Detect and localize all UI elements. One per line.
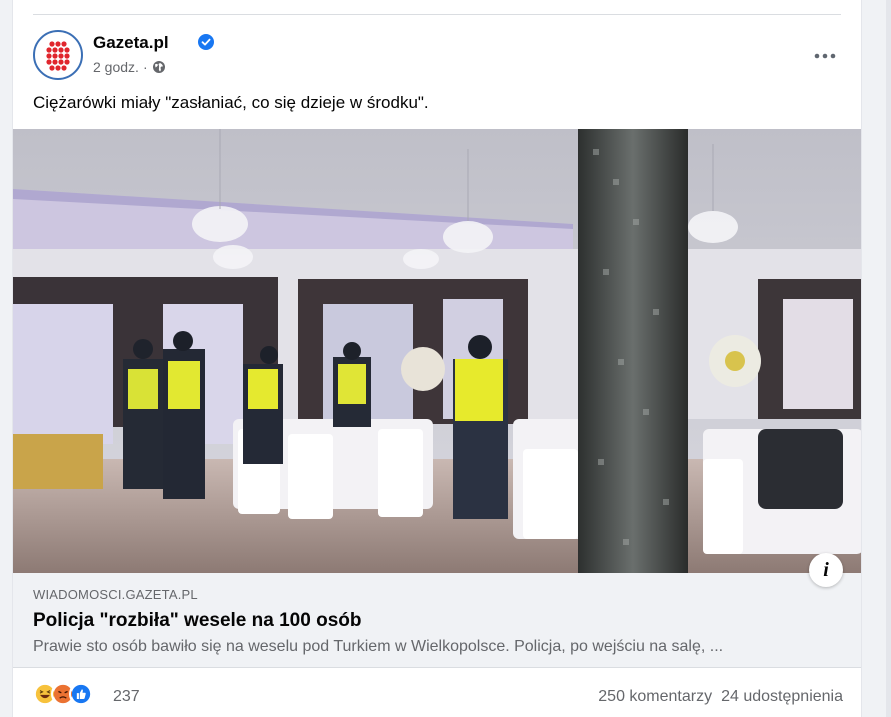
wedding-hall-photo: [13, 129, 861, 573]
reactions[interactable]: [33, 682, 93, 706]
post-meta: 2 godz. ·: [93, 58, 166, 76]
link-preview[interactable]: WIADOMOSCI.GAZETA.PL Policja "rozbiła" w…: [13, 573, 861, 668]
info-icon: i: [823, 558, 829, 581]
post-image[interactable]: [13, 129, 861, 573]
post-card: Gazeta.pl 2 godz. · Ciężarówki miały "za…: [12, 0, 862, 717]
link-title[interactable]: Policja "rozbiła" wesele na 100 osób: [33, 610, 361, 632]
gazeta-logo-icon: [46, 41, 70, 71]
like-icon: [69, 682, 93, 706]
comments-count[interactable]: 250 komentarzy: [598, 688, 712, 706]
post-stats: 250 komentarzy 24 udostępnienia: [598, 688, 843, 706]
divider: [33, 14, 841, 15]
link-description: Prawie sto osób bawiło się na weselu pod…: [33, 638, 724, 655]
post-header: Gazeta.pl 2 godz. ·: [33, 30, 843, 82]
post-text: Ciężarówki miały "zasłaniać, co się dzie…: [33, 93, 429, 112]
more-options-icon: [814, 53, 836, 59]
meta-separator: ·: [142, 59, 148, 75]
post-timestamp[interactable]: 2 godz.: [93, 59, 139, 75]
globe-icon[interactable]: [152, 60, 166, 74]
reaction-count[interactable]: 237: [113, 688, 140, 706]
scrollbar[interactable]: [886, 0, 891, 717]
page-name[interactable]: Gazeta.pl: [93, 33, 169, 53]
more-options-button[interactable]: [807, 38, 843, 74]
info-button[interactable]: i: [809, 553, 843, 587]
engagement-bar: 237 250 komentarzy 24 udostępnienia: [33, 680, 843, 714]
link-domain: WIADOMOSCI.GAZETA.PL: [33, 587, 198, 602]
verified-badge-icon: [198, 34, 214, 50]
shares-count[interactable]: 24 udostępnienia: [721, 688, 843, 706]
avatar[interactable]: [33, 30, 83, 80]
